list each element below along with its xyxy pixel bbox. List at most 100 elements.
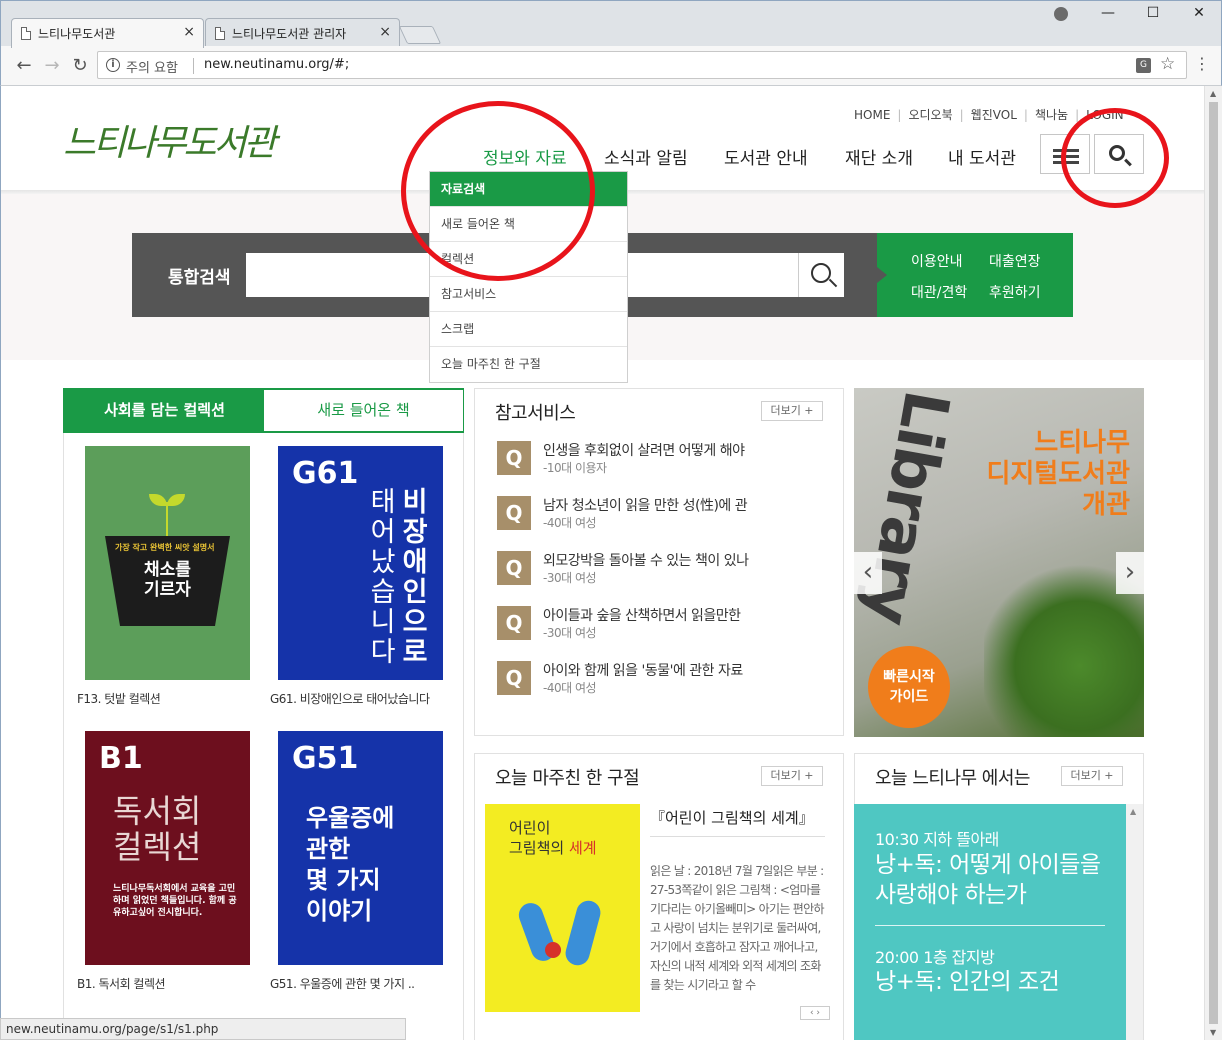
cover-code: G51: [292, 741, 359, 776]
page-scrollbar[interactable]: ▲ ▼: [1204, 86, 1222, 1040]
browser-tab-active[interactable]: 느티나무도서관 ×: [11, 18, 204, 48]
browser-tab-admin[interactable]: 느티나무도서관 관리자 ×: [205, 18, 400, 48]
book-caption[interactable]: G61. 비장애인으로 태어났습니다: [270, 690, 430, 707]
quote-book-cover[interactable]: 어린이 그림책의 세계: [485, 804, 640, 1012]
utility-nav: HOME | 오디오북 | 웹진VOL | 책나눔 | LOGIN: [854, 108, 1124, 122]
menu-item-new-books[interactable]: 새로 들어온 책: [430, 207, 627, 242]
util-link-book-sharing[interactable]: 책나눔: [1035, 108, 1068, 122]
divider: [875, 925, 1105, 926]
gnb-info-resources[interactable]: 정보와 자료: [483, 144, 567, 169]
question-meta: -10대 이용자: [543, 461, 607, 475]
url-text[interactable]: new.neutinamu.org/#;: [204, 57, 349, 72]
menu-item-catalog-search[interactable]: 자료검색: [430, 172, 627, 207]
quick-link-rental-tour[interactable]: 대관/견학: [911, 282, 967, 302]
site-search-button[interactable]: [1094, 134, 1144, 174]
quote-pager[interactable]: ‹ ›: [800, 1006, 830, 1020]
digital-library-banner[interactable]: Library 느티나무 디지털도서관 개관 빠른시작 가이드 ‹ ›: [854, 388, 1144, 737]
menu-item-todays-quote[interactable]: 오늘 마주친 한 구절: [430, 347, 627, 382]
more-button[interactable]: 더보기 +: [1061, 766, 1123, 786]
cover-code: B1: [99, 741, 143, 776]
sprout-illustration: [149, 494, 185, 536]
util-link-webzine[interactable]: 웹진VOL: [971, 108, 1017, 122]
cover-description: 느티나무독서회에서 교육을 고민하며 읽었던 책들입니다. 함께 공유하고싶어 …: [113, 884, 237, 918]
util-link-home[interactable]: HOME: [854, 108, 890, 122]
question-meta: -30대 여성: [543, 626, 597, 640]
question-title[interactable]: 아이들과 숲을 산책하면서 읽을만한: [543, 605, 741, 625]
gnb-news[interactable]: 소식과 알림: [604, 144, 688, 169]
forward-arrow-icon[interactable]: →: [41, 55, 63, 76]
bookmark-star-icon[interactable]: ☆: [1160, 54, 1175, 74]
document-icon: [215, 27, 225, 40]
user-profile-icon[interactable]: [1054, 7, 1068, 21]
book-cover-f13[interactable]: 가장 작고 완벽한 씨앗 설명서 채소를 기르자: [85, 446, 250, 680]
gnb-dropdown-menu: 자료검색 새로 들어온 책 컬렉션 참고서비스 스크랩 오늘 마주친 한 구절: [429, 171, 628, 383]
event-time: 20:00 1층 잡지방: [875, 948, 995, 967]
scroll-down-icon[interactable]: ▼: [1210, 1028, 1216, 1037]
question-title[interactable]: 남자 청소년이 읽을 만한 성(性)에 관: [543, 495, 748, 515]
back-arrow-icon[interactable]: ←: [13, 55, 35, 76]
new-tab-button[interactable]: [398, 26, 442, 44]
scrollbar-thumb[interactable]: [1209, 102, 1218, 1024]
more-button[interactable]: 더보기 +: [761, 766, 823, 786]
address-bar[interactable]: i 주의 요함 new.neutinamu.org/#; G ☆: [97, 51, 1187, 79]
cover-title: 채소를 기르자: [144, 560, 191, 600]
section-title: 오늘 느티나무 에서는: [875, 768, 1030, 789]
menu-item-collections[interactable]: 컬렉션: [430, 242, 627, 277]
question-meta: -30대 여성: [543, 571, 597, 585]
minimize-button[interactable]: —: [1088, 5, 1128, 21]
book-cover-g61[interactable]: G61 태어났습니다 비장애인으로: [278, 446, 443, 680]
gnb-my-library[interactable]: 내 도서관: [948, 144, 1016, 169]
close-window-button[interactable]: ✕: [1179, 5, 1219, 21]
maximize-button[interactable]: ☐: [1133, 5, 1173, 21]
question-title[interactable]: 외모강박을 돌아볼 수 있는 책이 있나: [543, 550, 749, 570]
quick-start-guide-button[interactable]: 빠른시작 가이드: [868, 646, 950, 728]
book-caption[interactable]: F13. 텃밭 컬렉션: [77, 690, 161, 707]
cover-subtitle: 가장 작고 완벽한 씨앗 설명서: [115, 543, 215, 552]
event-title[interactable]: 낭+독: 인간의 조건: [875, 967, 1110, 997]
more-button[interactable]: 더보기 +: [761, 401, 823, 421]
close-tab-icon[interactable]: ×: [379, 24, 391, 40]
integrated-search-button[interactable]: [798, 253, 844, 297]
scroll-up-icon[interactable]: ▲: [1130, 807, 1136, 816]
close-tab-icon[interactable]: ×: [183, 24, 195, 40]
all-menu-button[interactable]: [1040, 134, 1090, 174]
question-title[interactable]: 인생을 후회없이 살려면 어떻게 해야: [543, 440, 745, 460]
book-cover-b1[interactable]: B1 독서회 컬렉션 느티나무독서회에서 교육을 고민하며 읽었던 책들입니다.…: [85, 731, 250, 965]
quick-link-loan-extension[interactable]: 대출연장: [989, 251, 1041, 271]
reload-icon[interactable]: ↻: [69, 55, 91, 76]
today-scrollbar[interactable]: ▲: [1126, 804, 1143, 1040]
site-logo[interactable]: 느티나무도서관: [63, 114, 277, 166]
quick-link-usage-guide[interactable]: 이용안내: [911, 251, 963, 271]
book-caption[interactable]: B1. 독서회 컬렉션: [77, 975, 166, 992]
translate-icon[interactable]: G: [1136, 58, 1151, 73]
quick-link-donate[interactable]: 후원하기: [989, 282, 1041, 302]
tab-title: 느티나무도서관: [38, 27, 116, 41]
cover-title: 어린이 그림책의 세계: [509, 819, 597, 857]
browser-toolbar: ← → ↻ i 주의 요함 new.neutinamu.org/#; G ☆ ⋮: [0, 46, 1222, 86]
menu-item-reference-service[interactable]: 참고서비스: [430, 277, 627, 312]
tab-new-books[interactable]: 새로 들어온 책: [264, 390, 463, 431]
browser-tab-strip: 느티나무도서관 × 느티나무도서관 관리자 × — ☐ ✕: [0, 0, 1222, 48]
tab-title: 느티나무도서관 관리자: [232, 27, 347, 41]
util-link-audiobook[interactable]: 오디오북: [908, 108, 952, 122]
quote-book-title[interactable]: 『어린이 그림책의 세계』: [650, 806, 825, 837]
divider: [193, 58, 194, 74]
question-title[interactable]: 아이와 함께 읽을 '동물'에 관한 자료: [543, 660, 743, 680]
util-link-login[interactable]: LOGIN: [1086, 108, 1124, 122]
info-icon[interactable]: i: [106, 58, 120, 72]
tab-social-collection[interactable]: 사회를 담는 컬렉션: [65, 390, 264, 431]
search-icon: [1109, 145, 1125, 161]
browser-menu-icon[interactable]: ⋮: [1194, 54, 1210, 73]
menu-item-scrap[interactable]: 스크랩: [430, 312, 627, 347]
book-cover-g51[interactable]: G51 우울증에 관한 몇 가지 이야기: [278, 731, 443, 965]
book-caption[interactable]: G51. 우울증에 관한 몇 가지 ..: [270, 975, 415, 992]
scroll-up-icon[interactable]: ▲: [1210, 89, 1216, 98]
chevron-left-icon[interactable]: ‹: [854, 552, 882, 594]
event-title[interactable]: 낭+독: 어떻게 아이들을 사랑해야 하는가: [875, 850, 1110, 910]
chevron-right-icon[interactable]: ›: [1116, 552, 1144, 594]
gnb-library-guide[interactable]: 도서관 안내: [724, 144, 808, 169]
page-content: 느티나무도서관 HOME | 오디오북 | 웹진VOL | 책나눔 | LOGIN 정보와 자료…: [0, 86, 1204, 1040]
gnb-foundation[interactable]: 재단 소개: [845, 144, 913, 169]
collection-tabs: 사회를 담는 컬렉션 새로 들어온 책: [63, 388, 464, 433]
security-label[interactable]: 주의 요함: [126, 57, 178, 76]
